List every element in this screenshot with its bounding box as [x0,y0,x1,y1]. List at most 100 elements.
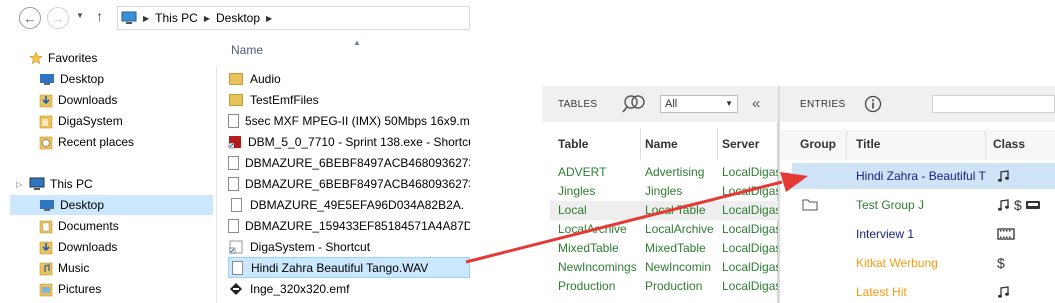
column-header-group[interactable]: Group [800,137,836,151]
column-header-name[interactable]: Name [645,137,678,151]
entries-search-input[interactable] [932,95,1055,113]
table-cell: MixedTable [645,241,706,255]
table-cell: LocalArchive [645,222,714,236]
file-row[interactable]: TestEmfFiles [228,89,470,110]
nav-item-recent-places[interactable]: Recent places [10,132,213,152]
search-icon[interactable] [622,94,648,114]
file-name: DBMAZURE_49E5EFA96D034A82B2A. [250,197,465,212]
breadcrumb-desktop[interactable]: Desktop [216,11,260,25]
address-bar[interactable]: ▶ This PC ▶ Desktop ▶ [117,6,470,30]
dollar-icon: $ [1014,197,1022,213]
file-icon [228,113,239,128]
file-row[interactable]: Hindi Zahra Beautiful Tango.WAV [228,257,470,278]
entry-row[interactable]: Kitkat Werbung $ [792,250,1055,276]
file-row[interactable]: DBMAZURE_6BEBF8497ACB4680936273D. [228,152,470,173]
file-row[interactable]: DBM_5_0_7710 - Sprint 138.exe - Shortcut [228,131,470,152]
database-app-window: TABLES All ▼ « Table Name Server ADVERT A… [542,86,1055,303]
entry-class-icons [997,285,1011,299]
nav-item-desktop[interactable]: Desktop [10,195,213,215]
nav-item-label: Desktop [60,72,105,86]
emf-file-icon [228,282,244,296]
up-arrow-icon[interactable]: ↑ [96,8,103,24]
file-name: Hindi Zahra Beautiful Tango.WAV [251,260,429,275]
folder-icon [228,93,244,106]
column-header-title[interactable]: Title [856,137,880,151]
column-header-server[interactable]: Server [722,137,759,151]
back-button[interactable]: ← [19,7,41,29]
tables-panel-header: TABLES All ▼ « [542,86,778,122]
file-icon [228,155,239,170]
film-icon [997,227,1015,241]
file-name: DBMAZURE_159433EF85184571A4A87D. [245,218,470,233]
column-header-name[interactable]: Name [231,43,263,57]
arrow-right-icon: → [51,10,65,26]
nav-item-pictures[interactable]: Pictures [10,279,213,299]
column-header-table[interactable]: Table [558,137,588,151]
file-row[interactable]: Inge_320x320.emf [228,278,470,299]
chevron-down-icon[interactable]: ▼ [76,11,84,20]
file-name: DBMAZURE_6BEBF8497ACB4680936273D. [245,155,470,170]
entry-row[interactable]: Latest Hit [792,279,1055,303]
entry-row[interactable]: Hindi Zahra - Beautiful T [792,163,1055,189]
chevron-down-icon: ▼ [725,99,733,108]
file-row[interactable]: DigaSystem - Shortcut [228,236,470,257]
file-explorer-window: ← → ▼ ↑ ▶ This PC ▶ Desktop ▶ Favorites D… [0,0,470,303]
column-header-class[interactable]: Class [993,137,1025,151]
nav-item-this-pc[interactable]: ▷ This PC [0,174,213,194]
music-icon [39,261,53,276]
breadcrumb-this-pc[interactable]: This PC [155,11,198,25]
expand-chevron-icon[interactable]: ▷ [16,180,22,189]
tape-icon [1025,198,1041,212]
file-row[interactable]: DBMAZURE_6BEBF8497ACB4680936273D. [228,173,470,194]
info-icon[interactable] [864,95,882,113]
file-icon [228,197,244,212]
table-cell: MixedTable [558,241,619,255]
shortcut-icon [228,240,244,254]
documents-icon [39,219,53,234]
tables-panel: TABLES All ▼ « Table Name Server ADVERT A… [542,86,778,303]
entry-row[interactable]: Interview 1 [792,221,1055,247]
nav-item-label: Documents [58,219,119,233]
divider [717,128,718,160]
table-cell: NewIncomings [558,260,637,274]
table-cell: LocalDigas [722,203,778,217]
table-cell: Local [558,203,587,217]
entry-row[interactable]: Test Group J $ [792,192,1055,218]
file-name: DBMAZURE_6BEBF8497ACB4680936273D. [245,176,470,191]
forward-button[interactable]: → [47,7,69,29]
table-cell: Jingles [558,184,596,198]
nav-item-label: Pictures [58,282,102,296]
sort-ascending-icon: ▲ [353,38,361,47]
navigation-pane: Favorites Desktop Downloads DigaSystem Recen… [0,42,213,303]
nav-item-digasystem[interactable]: DigaSystem [10,111,213,131]
entry-title: Interview 1 [856,227,915,241]
nav-item-label: Downloads [58,93,118,107]
file-row[interactable]: Audio [228,68,470,89]
nav-item-documents[interactable]: Documents [10,216,213,236]
nav-item-label: Desktop [60,198,105,212]
computer-icon [121,11,137,25]
divider [640,128,641,160]
table-filter-select[interactable]: All ▼ [660,95,738,113]
table-cell: LocalDigas [722,279,778,293]
file-row[interactable]: DBMAZURE_159433EF85184571A4A87D. [228,215,470,236]
collapse-panel-button[interactable]: « [752,95,760,112]
nav-item-downloads[interactable]: Downloads [10,90,213,110]
nav-item-desktop[interactable]: Desktop [10,69,213,89]
nav-item-label: Recent places [58,135,135,149]
file-name: Audio [250,71,281,86]
table-cell: NewIncomin [645,260,712,274]
table-cell: LocalDigas [722,184,778,198]
nav-item-favorites[interactable]: Favorites [0,48,213,68]
file-row[interactable]: DBMAZURE_49E5EFA96D034A82B2A. [228,194,470,215]
star-icon [29,51,43,65]
file-name: DigaSystem - Shortcut [250,239,371,254]
recent-places-icon [39,135,53,150]
table-cell: Advertising [645,165,705,179]
file-row[interactable]: 5sec MXF MPEG-II (IMX) 50Mbps 16x9.mx [228,110,470,131]
arrow-left-icon: ← [23,10,37,26]
nav-item-music[interactable]: Music [10,258,213,278]
desktop-icon [39,73,55,86]
table-cell: LocalDigas [722,165,778,179]
nav-item-downloads[interactable]: Downloads [10,237,213,257]
